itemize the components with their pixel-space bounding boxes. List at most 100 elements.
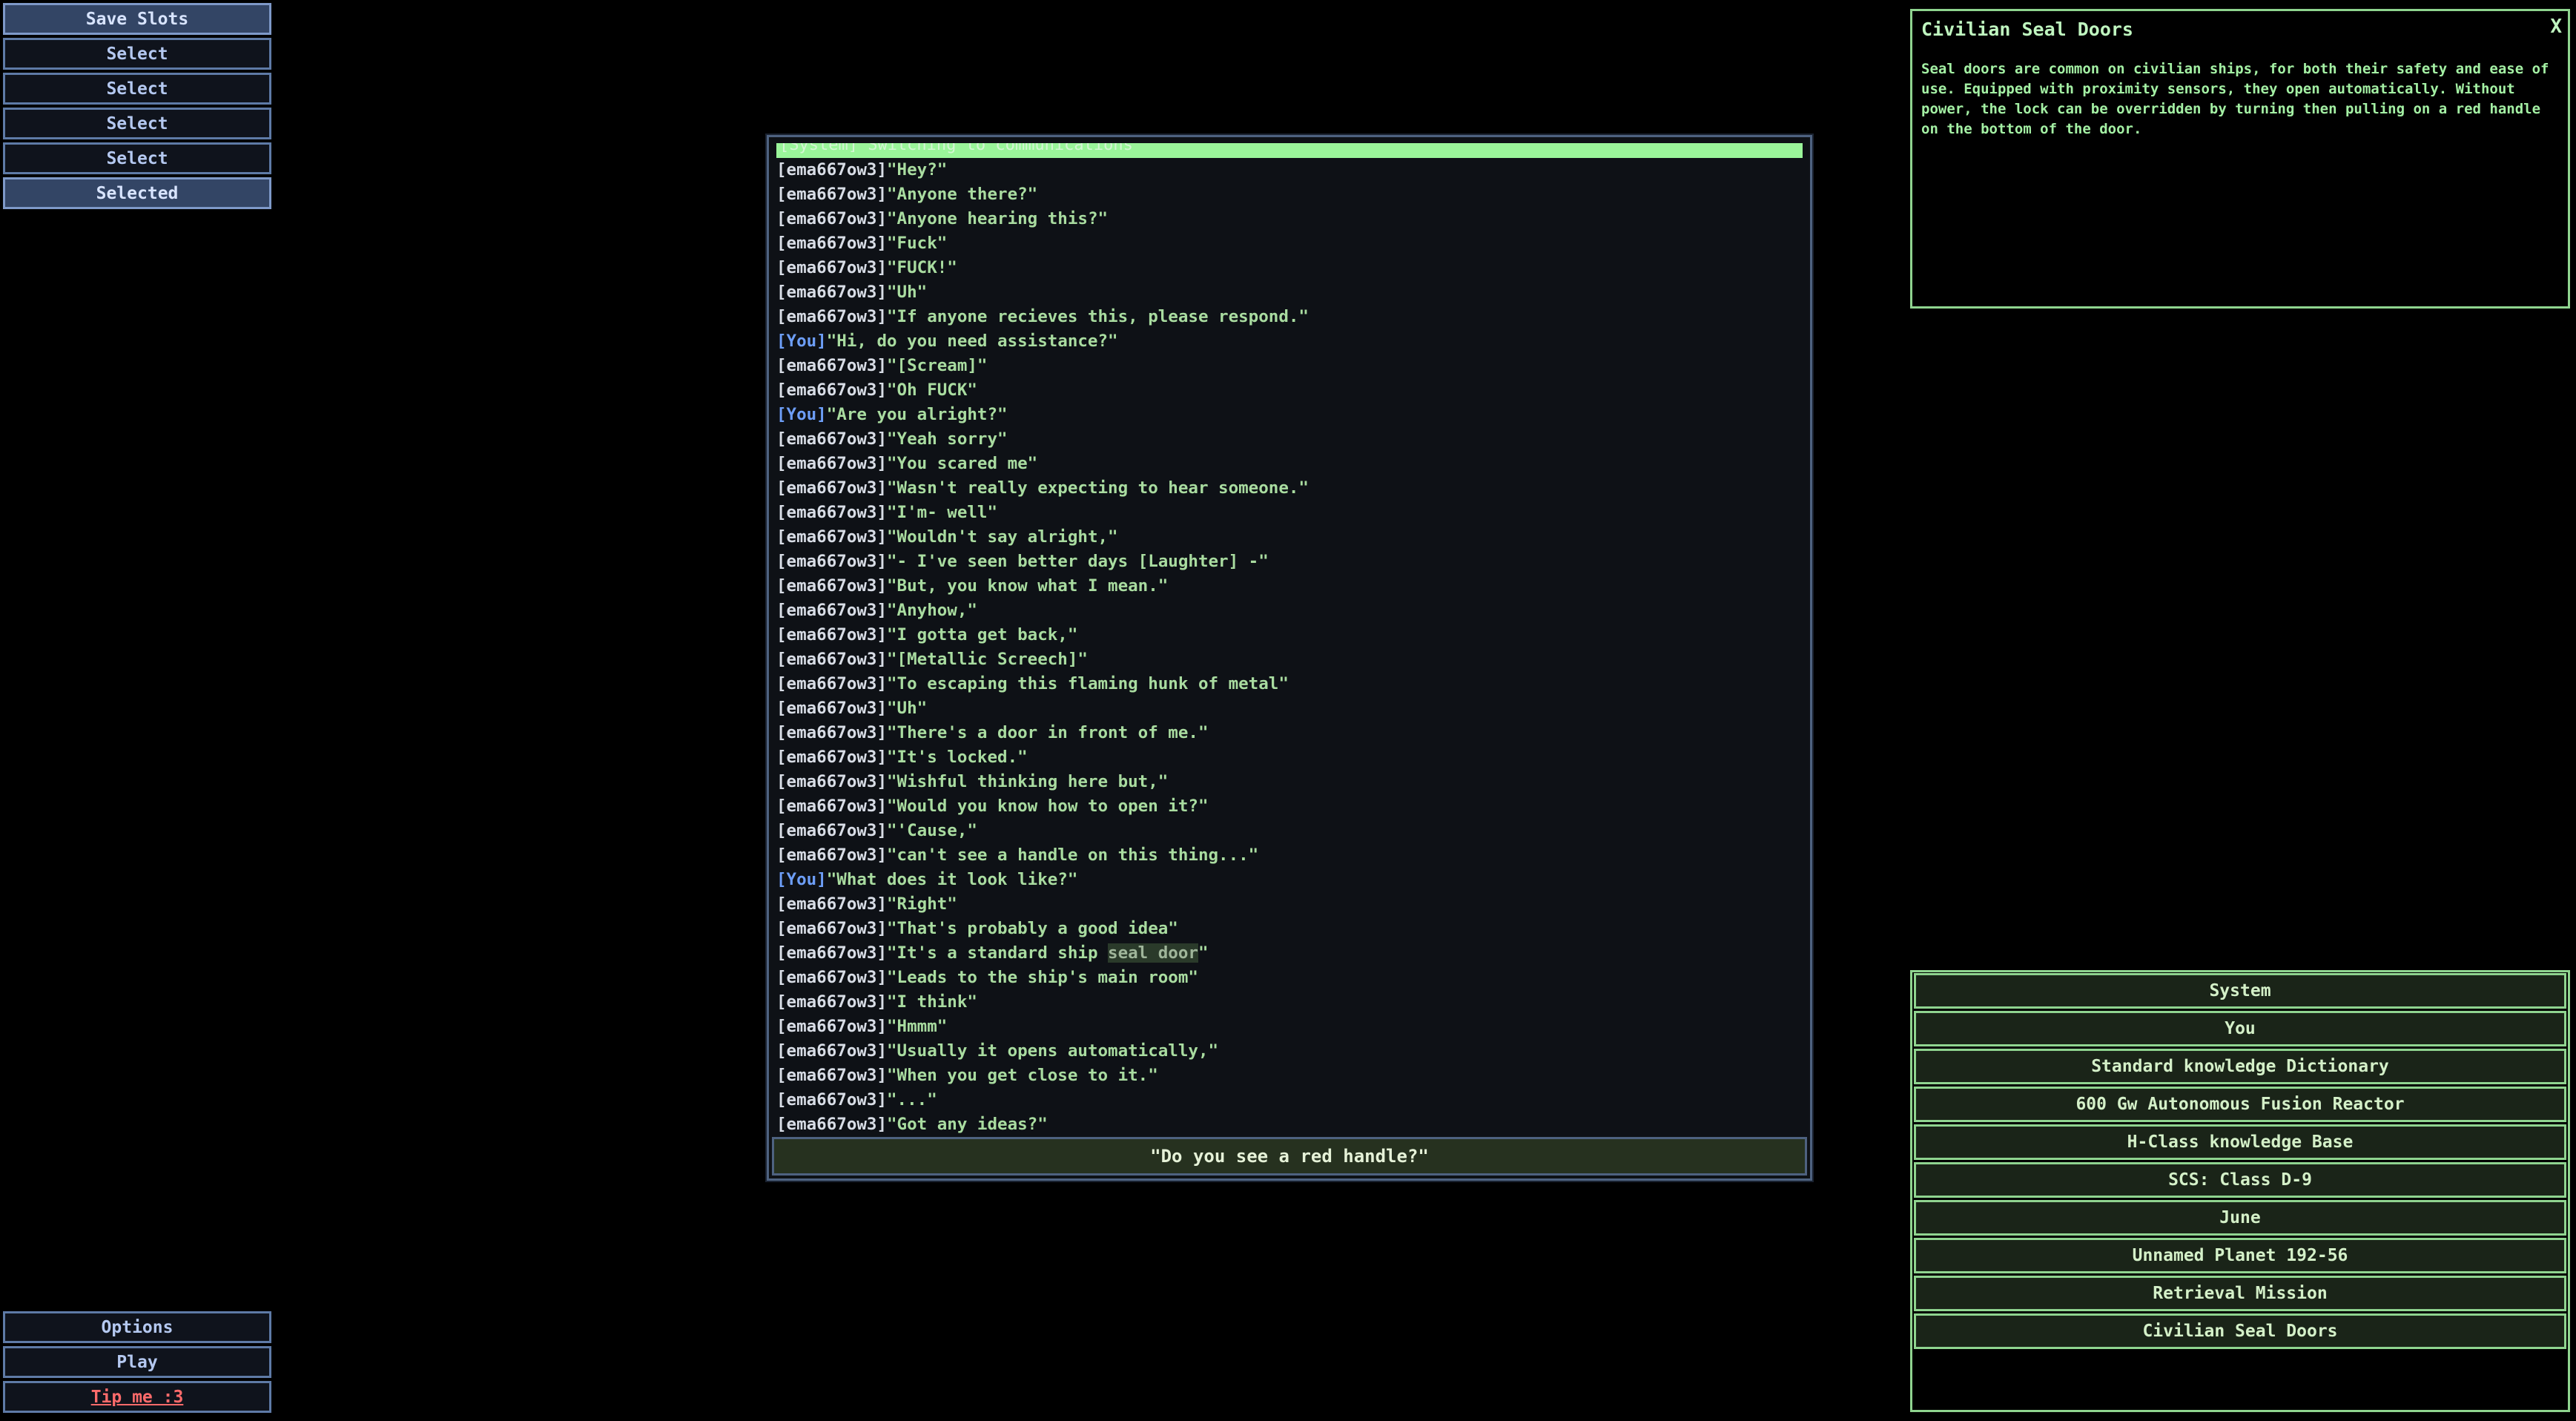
chat-message: [ema667ow3]"Fuck" — [776, 231, 1803, 256]
chat-speaker: [ema667ow3] — [776, 625, 888, 644]
chat-message: [ema667ow3]"Anyone there?" — [776, 182, 1803, 207]
info-title: Civilian Seal Doors — [1921, 19, 2133, 40]
chat-message: [ema667ow3]"Oh FUCK" — [776, 378, 1803, 403]
topic-button[interactable]: System — [1914, 973, 2566, 1009]
save-slot-4-button[interactable]: Select — [3, 142, 271, 174]
topic-button[interactable]: Unnamed Planet 192-56 — [1914, 1238, 2566, 1273]
chat-speaker: [ema667ow3] — [776, 552, 888, 571]
chat-text: "[Scream]" — [887, 356, 988, 375]
system-message: [System] Switching to communications — [779, 143, 1133, 154]
chat-speaker: [ema667ow3] — [776, 1115, 888, 1134]
chat-text: "- I've seen better days [Laughter] -" — [887, 552, 1269, 571]
topic-button[interactable]: June — [1914, 1200, 2566, 1236]
chat-message: [ema667ow3]"[Metallic Screech]" — [776, 647, 1803, 672]
topic-button[interactable]: Standard knowledge Dictionary — [1914, 1049, 2566, 1084]
chat-speaker: [ema667ow3] — [776, 968, 888, 987]
chat-text: "Are you alright?" — [826, 405, 1008, 424]
chat-speaker: [ema667ow3] — [776, 797, 888, 816]
options-button[interactable]: Options — [3, 1311, 271, 1343]
chat-speaker: [You] — [776, 870, 827, 889]
chat-log[interactable]: [ema667ow3]"Hey?" [ema667ow3]"Anyone ther… — [776, 158, 1803, 1272]
chat-text: "Wouldn't say alright," — [887, 527, 1118, 547]
chat-message: [You]"What does it look like?" — [776, 868, 1803, 892]
chat-speaker: [ema667ow3] — [776, 601, 888, 620]
chat-text: "I think" — [887, 992, 977, 1012]
chat-speaker: [ema667ow3] — [776, 943, 888, 963]
chat-speaker: [ema667ow3] — [776, 845, 888, 865]
topic-button[interactable]: SCS: Class D-9 — [1914, 1162, 2566, 1198]
chat-text: "..." — [887, 1090, 937, 1110]
chat-text: "'Cause," — [887, 821, 977, 840]
topic-button[interactable]: H-Class knowledge Base — [1914, 1124, 2566, 1160]
save-slot-1-button[interactable]: Select — [3, 38, 271, 70]
chat-speaker: [ema667ow3] — [776, 527, 888, 547]
response-option-button[interactable]: "Do you see a red handle?" — [772, 1137, 1807, 1176]
info-body: Seal doors are common on civilian ships,… — [1921, 61, 2549, 137]
chat-text: "Would you know how to open it?" — [887, 797, 1209, 816]
chat-text: "Usually it opens automatically," — [887, 1041, 1219, 1061]
chat-text: "Leads to the ship's main room" — [887, 968, 1198, 987]
chat-speaker: [ema667ow3] — [776, 209, 888, 228]
topic-button[interactable]: Civilian Seal Doors — [1914, 1313, 2566, 1349]
chat-speaker: [ema667ow3] — [776, 992, 888, 1012]
chat-speaker: [ema667ow3] — [776, 478, 888, 498]
chat-text: "can't see a handle on this thing..." — [887, 845, 1259, 865]
chat-text: "Hi, do you need assistance?" — [826, 332, 1118, 351]
tip-link[interactable]: Tip me :3 — [91, 1388, 184, 1407]
chat-text: "Hmmm" — [887, 1017, 948, 1036]
chat-message: [ema667ow3]"Would you know how to open i… — [776, 794, 1803, 819]
chat-speaker: [ema667ow3] — [776, 1090, 888, 1110]
chat-message: [ema667ow3]"It's locked." — [776, 745, 1803, 770]
chat-message: [ema667ow3]"I think" — [776, 990, 1803, 1015]
chat-message: [ema667ow3]"[Scream]" — [776, 354, 1803, 378]
chat-message: [ema667ow3]"Hmmm" — [776, 1015, 1803, 1039]
main-menu: Options Play Tip me :3 — [3, 1311, 271, 1416]
chat-text: "Hey?" — [887, 160, 948, 179]
chat-message: [ema667ow3]"You scared me" — [776, 452, 1803, 476]
chat-message: [ema667ow3]"But, you know what I mean." — [776, 574, 1803, 599]
chat-speaker: [You] — [776, 405, 827, 424]
topic-button[interactable]: You — [1914, 1011, 2566, 1046]
chat-speaker: [ema667ow3] — [776, 185, 888, 204]
chat-speaker: [ema667ow3] — [776, 258, 888, 277]
chat-window: [System] Switching to communications [em… — [767, 135, 1812, 1181]
close-icon[interactable]: X — [2550, 16, 2562, 38]
chat-text: "Oh FUCK" — [887, 380, 977, 400]
chat-text: "You scared me" — [887, 454, 1038, 473]
save-slot-3-button[interactable]: Select — [3, 108, 271, 139]
chat-speaker: [ema667ow3] — [776, 307, 888, 326]
chat-speaker: [ema667ow3] — [776, 1066, 888, 1085]
topic-button[interactable]: 600 Gw Autonomous Fusion Reactor — [1914, 1087, 2566, 1122]
save-slots-button[interactable]: Save Slots — [3, 3, 271, 35]
chat-text: "I'm- well" — [887, 503, 998, 522]
chat-speaker: [ema667ow3] — [776, 576, 888, 596]
chat-scroll-bar[interactable]: [System] Switching to communications — [776, 143, 1803, 158]
keyword-link[interactable]: seal door — [1108, 943, 1198, 963]
chat-speaker: [ema667ow3] — [776, 234, 888, 253]
chat-message: [ema667ow3]"Hey?" — [776, 158, 1803, 182]
save-slot-2-button[interactable]: Select — [3, 73, 271, 105]
chat-text: "Anyone there?" — [887, 185, 1038, 204]
chat-speaker: [ema667ow3] — [776, 454, 888, 473]
chat-speaker: [ema667ow3] — [776, 821, 888, 840]
chat-message: [You]"Hi, do you need assistance?" — [776, 329, 1803, 354]
chat-text: "FUCK!" — [887, 258, 957, 277]
chat-message: [ema667ow3]"Anyone hearing this?" — [776, 207, 1803, 231]
chat-message: [ema667ow3]"Right" — [776, 892, 1803, 917]
chat-text: "Anyhow," — [887, 601, 977, 620]
chat-message: [ema667ow3]"Wasn't really expecting to h… — [776, 476, 1803, 501]
chat-text: "Anyone hearing this?" — [887, 209, 1109, 228]
chat-text: "Wasn't really expecting to hear someone… — [887, 478, 1309, 498]
chat-text: "Got any ideas?" — [887, 1115, 1048, 1134]
chat-message: [ema667ow3]"It's a standard ship seal do… — [776, 941, 1803, 966]
chat-message: [ema667ow3]"Wishful thinking here but," — [776, 770, 1803, 794]
save-slot-5-button[interactable]: Selected — [3, 177, 271, 209]
chat-speaker: [ema667ow3] — [776, 356, 888, 375]
chat-message: [ema667ow3]"- I've seen better days [Lau… — [776, 550, 1803, 574]
chat-message: [ema667ow3]"When you get close to it." — [776, 1064, 1803, 1088]
topic-button[interactable]: Retrieval Mission — [1914, 1276, 2566, 1311]
chat-text: "There's a door in front of me." — [887, 723, 1209, 742]
tip-link-button[interactable]: Tip me :3 — [3, 1381, 271, 1413]
chat-speaker: [ema667ow3] — [776, 919, 888, 938]
play-button[interactable]: Play — [3, 1346, 271, 1378]
